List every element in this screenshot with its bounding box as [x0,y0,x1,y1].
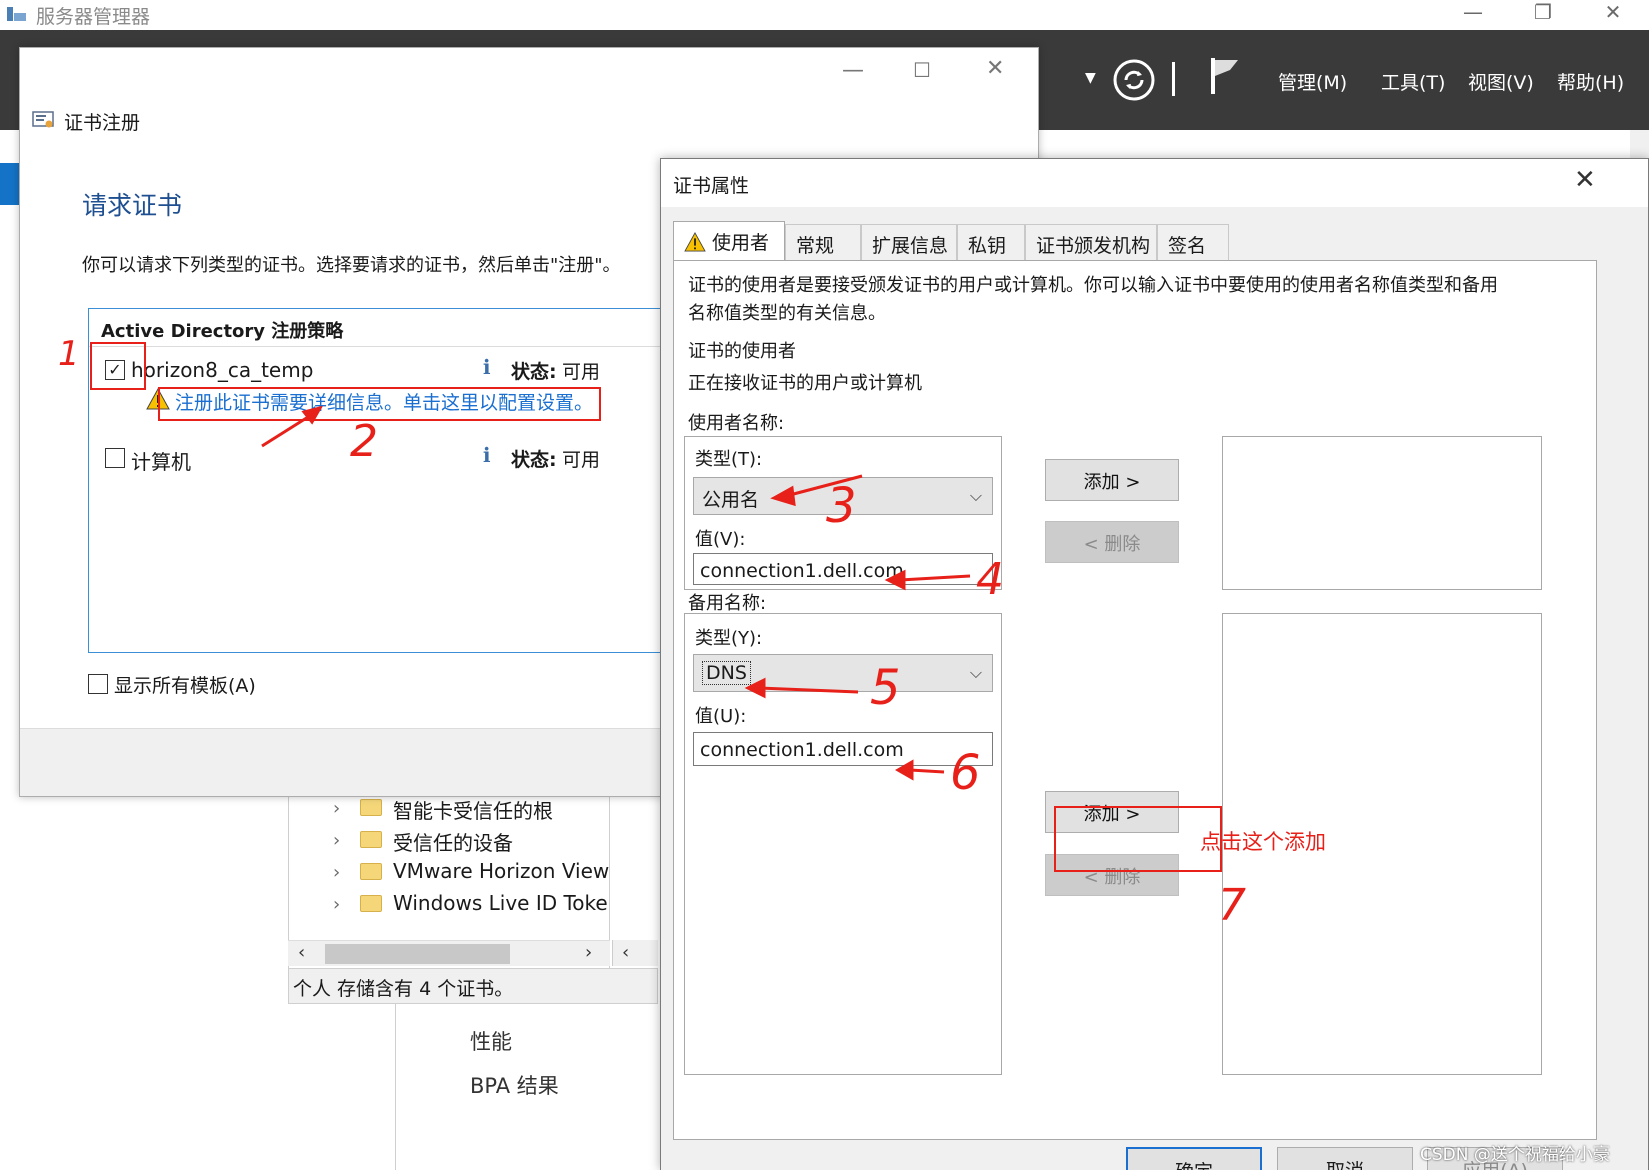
annotation-arrows [261,405,971,781]
watermark: CSDN @送个祝福给小豪 [1420,1145,1610,1165]
annotation-number: 7 [1218,880,1246,931]
annotation-number: 2 [350,416,378,467]
annotation-number: 6 [950,745,981,801]
annotation-number: 5 [870,660,901,716]
annotation-note: 点击这个添加 [1200,830,1326,854]
annotation-number: 4 [976,554,1004,605]
annotation-number: 1 [58,334,80,374]
annotation-number: 3 [826,478,857,534]
